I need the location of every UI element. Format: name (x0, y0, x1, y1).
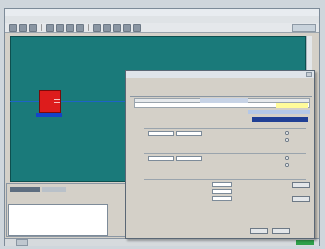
dialog-title (126, 71, 314, 78)
toolbar-button-icon[interactable] (46, 23, 54, 32)
dialog-button[interactable] (292, 196, 310, 202)
grid-selection[interactable] (248, 110, 310, 114)
block-port (54, 99, 60, 100)
status-bar (5, 238, 319, 246)
block-port (54, 102, 60, 103)
toolbar-button-icon[interactable] (56, 23, 64, 32)
toolbar-button-icon[interactable] (76, 23, 84, 32)
ok-button[interactable] (250, 228, 268, 234)
panel-tab[interactable] (42, 187, 66, 192)
radio-button[interactable] (285, 156, 289, 160)
value-field[interactable] (148, 156, 174, 161)
close-icon[interactable] (306, 72, 312, 77)
value-field[interactable] (176, 131, 202, 136)
value-field[interactable] (212, 196, 232, 201)
menu-bar (5, 16, 319, 23)
output-list (8, 204, 108, 236)
toolbar-button-icon[interactable] (113, 23, 121, 32)
selected-row-highlight[interactable] (252, 117, 308, 122)
radio-button[interactable] (285, 163, 289, 167)
value-field[interactable] (212, 182, 232, 187)
diagram-block[interactable] (39, 90, 61, 113)
toolbar (5, 23, 319, 33)
toolbar-button-icon[interactable] (66, 23, 74, 32)
value-field[interactable] (176, 156, 202, 161)
block-label[interactable] (36, 113, 62, 117)
toolbar-button-icon[interactable] (103, 23, 111, 32)
radio-button[interactable] (285, 138, 289, 142)
toolbar-button-icon[interactable] (9, 23, 17, 32)
toolbar-right-control[interactable] (292, 23, 316, 32)
dialog-button[interactable] (292, 182, 310, 188)
toolbar-button-icon[interactable] (29, 23, 37, 32)
value-field[interactable] (212, 189, 232, 194)
cancel-button[interactable] (272, 228, 290, 234)
toolbar-separator (41, 24, 42, 31)
panel-tab-active[interactable] (10, 187, 40, 192)
status-progress (296, 240, 314, 245)
value-field[interactable] (148, 131, 174, 136)
divider (144, 179, 306, 180)
toolbar-button-icon[interactable] (133, 23, 141, 32)
dialog-heading (132, 86, 252, 91)
title-bar (5, 9, 319, 16)
connector-line[interactable] (10, 101, 130, 102)
radio-button[interactable] (285, 131, 289, 135)
toolbar-button-icon[interactable] (93, 23, 101, 32)
divider (130, 96, 312, 97)
divider (144, 128, 306, 129)
toolbar-separator (88, 24, 89, 31)
grid-cell-selected[interactable] (276, 103, 308, 108)
status-indicator (16, 239, 28, 246)
divider (144, 153, 306, 154)
toolbar-button-icon[interactable] (123, 23, 131, 32)
toolbar-button-icon[interactable] (19, 23, 27, 32)
